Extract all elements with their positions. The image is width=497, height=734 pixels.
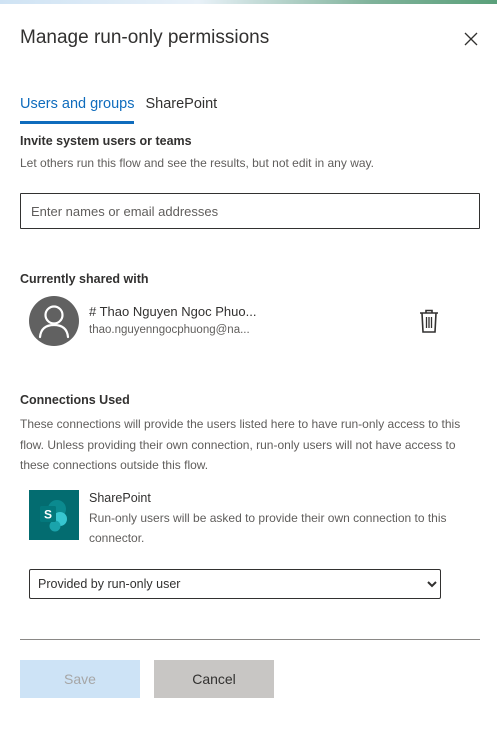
- remove-user-button[interactable]: [416, 307, 442, 335]
- connections-heading: Connections Used: [20, 393, 130, 407]
- svg-text:S: S: [44, 508, 52, 522]
- connector-name: SharePoint: [89, 491, 151, 505]
- invite-description: Let others run this flow and see the res…: [20, 156, 374, 170]
- invite-search-input[interactable]: [20, 193, 480, 229]
- save-button[interactable]: Save: [20, 660, 140, 698]
- shared-user-name: # Thao Nguyen Ngoc Phuo...: [89, 304, 257, 319]
- tab-list: Users and groups SharePoint: [20, 96, 228, 124]
- close-icon: [464, 32, 478, 46]
- footer-divider: [20, 639, 480, 640]
- shared-user-email: thao.nguyenngocphuong@na...: [89, 324, 250, 336]
- close-button[interactable]: [460, 28, 482, 50]
- connection-select[interactable]: Provided by run-only user: [29, 569, 441, 599]
- sharepoint-glyph-icon: S: [40, 500, 67, 532]
- tab-sharepoint[interactable]: SharePoint: [145, 96, 217, 124]
- avatar: [29, 296, 79, 346]
- tab-users-and-groups[interactable]: Users and groups: [20, 96, 135, 124]
- sharepoint-logo-icon: S: [29, 490, 79, 540]
- cancel-button[interactable]: Cancel: [154, 660, 274, 698]
- connections-description: These connections will provide the users…: [20, 417, 461, 472]
- permissions-panel: Manage run-only permissions Users and gr…: [0, 4, 497, 734]
- connector-description: Run-only users will be asked to provide …: [89, 511, 447, 545]
- shared-heading: Currently shared with: [20, 272, 149, 286]
- trash-icon: [420, 309, 438, 333]
- panel-title: Manage run-only permissions: [20, 27, 270, 48]
- person-icon: [38, 305, 70, 339]
- invite-heading: Invite system users or teams: [20, 134, 192, 148]
